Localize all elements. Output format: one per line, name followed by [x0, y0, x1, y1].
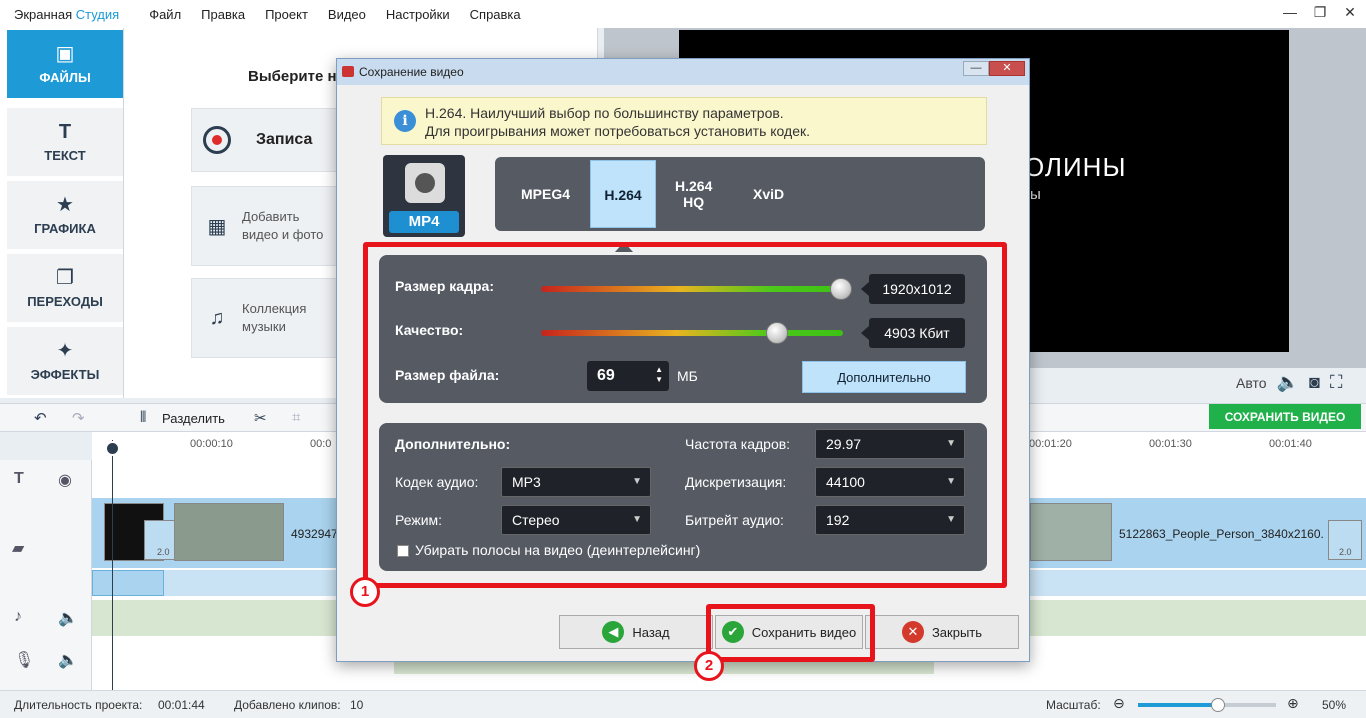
clip-name: 5122863_People_Person_3840x2160.: [1119, 527, 1324, 541]
tab-effects[interactable]: ✦ ЭФФЕКТЫ: [7, 327, 123, 395]
clip-thumbnail[interactable]: [174, 503, 284, 561]
magic-wand-icon: ✦: [56, 339, 74, 362]
auto-quality-label[interactable]: Авто: [1236, 375, 1267, 391]
info-icon: i: [394, 110, 416, 132]
codec-selector: MPEG4 H.264 H.264 HQ XviD: [495, 157, 985, 231]
menu-project[interactable]: Проект: [265, 7, 308, 22]
dialog-titlebar: Сохранение видео — ✕: [337, 59, 1029, 85]
speaker-icon[interactable]: 🔈: [58, 608, 78, 628]
menu-video[interactable]: Видео: [328, 7, 366, 22]
callout-1: 1: [350, 577, 380, 607]
status-bar: Длительность проекта: 00:01:44 Добавлено…: [0, 690, 1366, 718]
preview-title-text: ОЛИНЫ: [1024, 152, 1127, 182]
highlight-save-box: [706, 604, 875, 662]
clips-value: 10: [350, 698, 364, 712]
split-icon[interactable]: ⫴: [140, 409, 146, 426]
close-button[interactable]: ✕ Закрыть: [865, 615, 1019, 649]
split-button[interactable]: Разделить: [162, 411, 225, 426]
zoom-in-icon[interactable]: ⊕: [1287, 695, 1299, 712]
arrow-left-icon: ◀: [602, 621, 625, 643]
info-line: Для проигрывания может потребоваться уст…: [425, 123, 810, 139]
music-list-icon: ♫: [209, 306, 225, 329]
camera-icon[interactable]: ◙: [1309, 372, 1320, 393]
clips-label: Добавлено клипов:: [234, 698, 341, 712]
tab-transitions[interactable]: ❐ ПЕРЕХОДЫ: [7, 254, 123, 322]
text-icon: T: [58, 120, 72, 143]
playhead-handle[interactable]: [105, 441, 120, 456]
crop-icon[interactable]: ⌗: [292, 409, 300, 426]
duration-value: 00:01:44: [158, 698, 205, 712]
microphone-icon: 🎙: [14, 652, 35, 669]
ruler-tick: 00:01:20: [1029, 438, 1072, 450]
format-label: MP4: [389, 211, 459, 233]
undo-icon[interactable]: ↶: [34, 409, 47, 427]
dialog-minimize-button[interactable]: —: [963, 61, 989, 76]
menu-edit[interactable]: Правка: [201, 7, 245, 22]
minimize-button[interactable]: —: [1278, 4, 1302, 24]
selected-clip[interactable]: [92, 570, 164, 596]
film-icon: ▦: [207, 215, 227, 238]
track-headers: T ◉ ▰ ♪ 🔈 🎙 🔈: [0, 460, 92, 690]
highlight-settings-box: [363, 242, 1007, 588]
image-icon: ▣: [55, 42, 75, 65]
music-track-icon: ♪: [14, 608, 22, 625]
scissors-icon[interactable]: ✂: [254, 409, 267, 427]
clip-name: 4932947: [291, 527, 338, 541]
info-line: H.264. Наилучший выбор по большинству па…: [425, 105, 784, 121]
preview-subtitle-text: ы: [1030, 186, 1041, 203]
tab-text[interactable]: T ТЕКСТ: [7, 108, 123, 176]
codec-tab-mpeg4[interactable]: MPEG4: [521, 186, 570, 202]
clip-thumbnail[interactable]: [1030, 503, 1112, 561]
menu-help[interactable]: Справка: [470, 7, 521, 22]
files-panel-title: Выберите н: [248, 68, 337, 85]
volume-icon[interactable]: 🔈: [1277, 372, 1299, 393]
speaker-icon[interactable]: 🔈: [58, 650, 78, 670]
zoom-out-icon[interactable]: ⊖: [1113, 695, 1125, 712]
tab-graphics[interactable]: ★ ГРАФИКА: [7, 181, 123, 249]
dialog-title: Сохранение видео: [359, 65, 464, 79]
menu-settings[interactable]: Настройки: [386, 7, 450, 22]
ruler-tick: 00:01:30: [1149, 438, 1192, 450]
codec-tab-h264-hq[interactable]: H.264 HQ: [675, 178, 712, 210]
dialog-close-button[interactable]: ✕: [989, 61, 1025, 76]
star-icon: ★: [56, 193, 74, 216]
preview-controls: Авто 🔈 ◙ ⛶: [1236, 372, 1342, 393]
video-track-icon: ▰: [12, 540, 25, 557]
playhead[interactable]: [112, 440, 113, 690]
ruler-tick: 00:01:40: [1269, 438, 1312, 450]
transition-marker[interactable]: 2.0: [1328, 520, 1362, 560]
duration-label: Длительность проекта:: [14, 698, 143, 712]
eye-icon[interactable]: ◉: [58, 470, 72, 490]
mp4-format-badge: MP4: [383, 155, 465, 237]
zoom-slider-fill: [1138, 703, 1219, 707]
close-window-button[interactable]: ✕: [1338, 4, 1362, 24]
zoom-label: Масштаб:: [1046, 698, 1101, 712]
close-icon: ✕: [901, 621, 924, 643]
app-icon: [342, 66, 354, 77]
zoom-value: 50%: [1322, 698, 1347, 712]
back-button[interactable]: ◀ Назад: [559, 615, 713, 649]
redo-icon[interactable]: ↷: [72, 409, 85, 427]
fullscreen-icon[interactable]: ⛶: [1330, 372, 1343, 393]
ruler-tick: 00:00:10: [190, 438, 233, 450]
tab-files[interactable]: ▣ ФАЙЛЫ: [7, 30, 123, 98]
video-camera-icon: [405, 163, 445, 203]
zoom-slider-handle[interactable]: [1211, 698, 1226, 712]
zoom-slider[interactable]: [1138, 698, 1276, 712]
record-icon: [192, 126, 242, 154]
transitions-icon: ❐: [56, 266, 74, 289]
menu-bar: Экранная Студия Файл Правка Проект Видео…: [0, 0, 1366, 28]
restore-button[interactable]: ❐: [1308, 4, 1332, 24]
codec-tab-xvid[interactable]: XviD: [753, 186, 784, 202]
codec-info-box: i H.264. Наилучший выбор по большинству …: [381, 97, 987, 145]
left-tab-panel: ▣ ФАЙЛЫ T ТЕКСТ ★ ГРАФИКА ❐ ПЕРЕХОДЫ ✦ Э…: [0, 28, 124, 398]
text-track-icon: T: [14, 470, 24, 487]
voice-track[interactable]: [394, 660, 934, 674]
save-video-main-button[interactable]: СОХРАНИТЬ ВИДЕО: [1209, 404, 1361, 429]
menu-file[interactable]: Файл: [149, 7, 181, 22]
codec-tab-h264[interactable]: H.264: [590, 160, 656, 228]
callout-2: 2: [694, 651, 724, 681]
ruler-tick: 00:0: [310, 438, 332, 450]
app-title: Экранная Студия: [14, 6, 120, 22]
